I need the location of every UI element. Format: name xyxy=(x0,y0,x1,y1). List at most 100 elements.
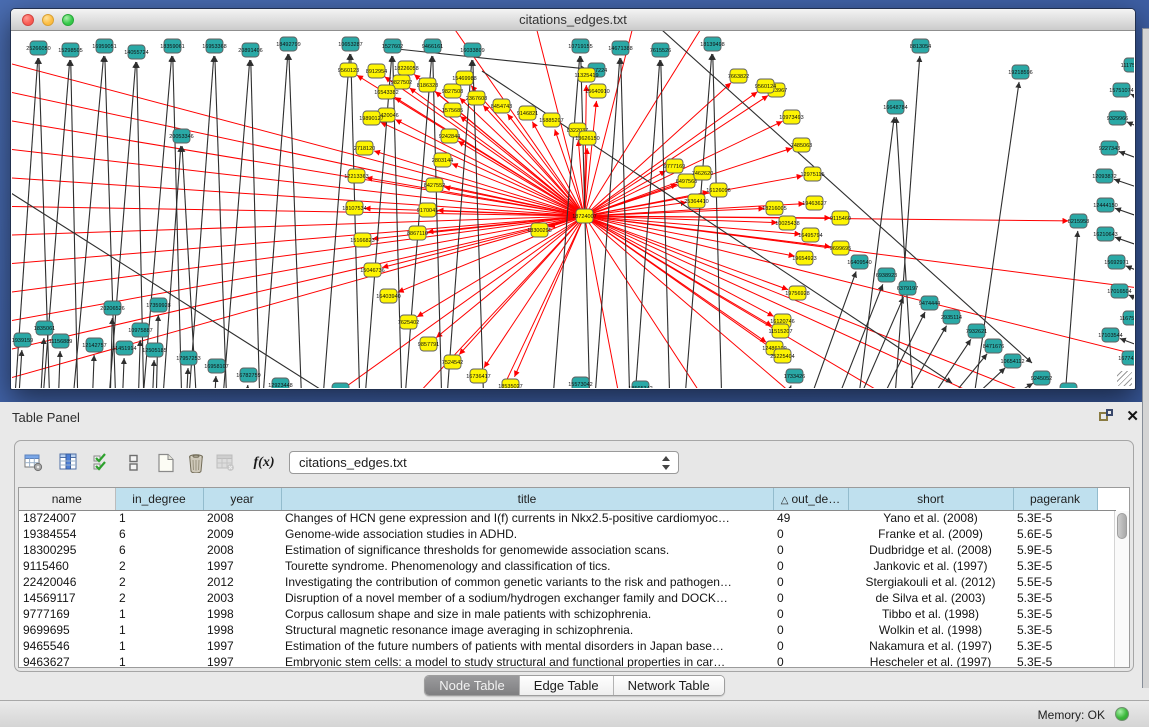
graph-node-label: 9857791 xyxy=(418,342,439,348)
float-panel-icon[interactable] xyxy=(1099,409,1113,423)
table-row[interactable]: 946362711997Embryonic stem cells: a mode… xyxy=(19,654,1116,668)
graph-node-label: 18216005 xyxy=(762,206,786,212)
graph-node-label: 14055724 xyxy=(124,50,148,56)
select-column-button[interactable] xyxy=(56,450,82,476)
graph-node-label: 25225404 xyxy=(770,354,794,360)
graph-node-label: 9827508 xyxy=(442,89,463,95)
graph-node-label: 18139498 xyxy=(700,42,724,48)
table-cell: Nakamura et al. (1997) xyxy=(848,638,1013,654)
graph-node-label: 7485063 xyxy=(791,143,812,149)
table-cell: 49 xyxy=(773,510,848,526)
graph-node-label: 11675308 xyxy=(1119,316,1134,322)
graph-node-label: 12093872 xyxy=(1092,174,1116,180)
table-cell: Hescheler et al. (1997) xyxy=(848,654,1013,668)
graph-node-label: 10653287 xyxy=(338,42,362,48)
graph-node-label: 11325419 xyxy=(574,73,598,79)
table-cell: de Silva et al. (2003) xyxy=(848,590,1013,606)
graph-node-label: 17359928 xyxy=(146,303,170,309)
table-cell: 5.6E-5 xyxy=(1013,526,1097,542)
network-canvas[interactable]: 2526605015298505169590511405572418359061… xyxy=(12,31,1134,388)
table-row[interactable]: 1872400712008Changes of HCN gene express… xyxy=(19,510,1116,526)
column-header[interactable]: title xyxy=(281,488,773,510)
new-table-button[interactable] xyxy=(153,450,179,476)
graph-node-label: 11156889 xyxy=(49,339,73,345)
clear-selection-button[interactable] xyxy=(121,450,147,476)
column-header[interactable]: name xyxy=(19,488,115,510)
graph-node-label: 10975887 xyxy=(128,328,152,334)
tab-node-table[interactable]: Node Table xyxy=(425,676,520,695)
graph-node-label: 9242844 xyxy=(439,134,460,140)
graph-node-label: 16782759 xyxy=(236,373,260,379)
table-row[interactable]: 969969511998Structural magnetic resonanc… xyxy=(19,622,1116,638)
table-cell: 1 xyxy=(115,510,203,526)
graph-node-label: 7615526 xyxy=(650,48,671,54)
fx-icon: f(x) xyxy=(254,455,275,471)
graph-node-label: 8186328 xyxy=(417,83,438,89)
table-settings-button[interactable] xyxy=(21,450,47,476)
graph-node-label: 10654112 xyxy=(1000,359,1024,365)
combo-stepper-icon[interactable] xyxy=(662,454,671,472)
graph-node-label: 16409540 xyxy=(847,260,871,266)
column-header[interactable]: year xyxy=(203,488,281,510)
graph-node-label: 16736417 xyxy=(466,374,490,380)
graph-node-label: 16774224 xyxy=(1118,356,1134,362)
graph-node-label: 17957253 xyxy=(176,356,200,362)
graph-node-label: 14671388 xyxy=(608,46,632,52)
table-cell: 5.3E-5 xyxy=(1013,638,1097,654)
column-header[interactable]: short xyxy=(848,488,1013,510)
graph-node-label: 9170041 xyxy=(417,208,438,214)
close-panel-icon[interactable]: ✕ xyxy=(1126,407,1139,425)
graph-node-label: 6497568 xyxy=(676,179,697,185)
table-row[interactable]: 2242004622012Investigating the contribut… xyxy=(19,574,1116,590)
graph-node-label: 16959051 xyxy=(92,44,116,50)
graph-node-label: 1939159 xyxy=(12,338,33,344)
table-cell: Disruption of a novel member of a sodium… xyxy=(281,590,773,606)
column-header[interactable]: △out_de… xyxy=(773,488,848,510)
graph-node-label: 9227343 xyxy=(1099,146,1120,152)
window-titlebar[interactable]: citations_edges.txt xyxy=(11,9,1135,31)
function-builder-button[interactable]: f(x) xyxy=(251,450,277,476)
delete-table-button[interactable] xyxy=(213,450,239,476)
graph-node-label: 19218596 xyxy=(1008,70,1032,76)
table-row[interactable]: 1456911722003Disruption of a novel membe… xyxy=(19,590,1116,606)
table-cell: 2 xyxy=(115,590,203,606)
check-rows-button[interactable] xyxy=(89,450,115,476)
table-cell: Jankovic et al. (1997) xyxy=(848,558,1013,574)
table-row[interactable]: 1938455462009Genome-wide association stu… xyxy=(19,526,1116,542)
table-cell: 0 xyxy=(773,654,848,668)
table-cell: 0 xyxy=(773,606,848,622)
delete-rows-button[interactable] xyxy=(183,450,209,476)
header-filler xyxy=(1097,488,1116,510)
table-vertical-scrollbar[interactable] xyxy=(1114,511,1129,667)
table-row[interactable]: 977716911998Corpus callosum shape and si… xyxy=(19,606,1116,622)
memory-status-indicator xyxy=(1115,707,1129,721)
table-cell: Dudbridge et al. (2008) xyxy=(848,542,1013,558)
graph-node-label: 17103544 xyxy=(1098,333,1122,339)
column-header[interactable]: pagerank xyxy=(1013,488,1097,510)
table-row[interactable]: 946554611997Estimation of the future num… xyxy=(19,638,1116,654)
graph-node-label: 11515207 xyxy=(768,329,792,335)
scrollbar-thumb[interactable] xyxy=(1117,513,1127,539)
graph-node-label: 18492799 xyxy=(276,42,300,48)
graph-node-label: 25364410 xyxy=(684,199,708,205)
citation-network-graph[interactable]: 2526605015298505169590511405572418359061… xyxy=(12,31,1134,388)
column-header[interactable]: in_degree xyxy=(115,488,203,510)
table-cell: 5.3E-5 xyxy=(1013,510,1097,526)
resize-grip[interactable] xyxy=(1117,371,1132,386)
table-row[interactable]: 1830029562008Estimation of significance … xyxy=(19,542,1116,558)
tab-network-table[interactable]: Network Table xyxy=(614,676,724,695)
table-cell: 2009 xyxy=(203,526,281,542)
table-cell: 0 xyxy=(773,590,848,606)
table-cell: 1 xyxy=(115,654,203,668)
table-row[interactable]: 911546021997Tourette syndrome. Phenomeno… xyxy=(19,558,1116,574)
table-cell: 2 xyxy=(115,574,203,590)
table-cell: 0 xyxy=(773,574,848,590)
table-cell: Embryonic stem cells: a model to study s… xyxy=(281,654,773,668)
graph-node-label: 8912954 xyxy=(366,69,387,75)
graph-node-label: 18300295 xyxy=(527,228,551,234)
tab-edge-table[interactable]: Edge Table xyxy=(520,676,614,695)
graph-node-label: 6379197 xyxy=(897,286,918,292)
table-selector-combobox[interactable]: citations_edges.txt xyxy=(289,451,679,474)
table-cell: 14569117 xyxy=(19,590,115,606)
table-cell: 1997 xyxy=(203,654,281,668)
